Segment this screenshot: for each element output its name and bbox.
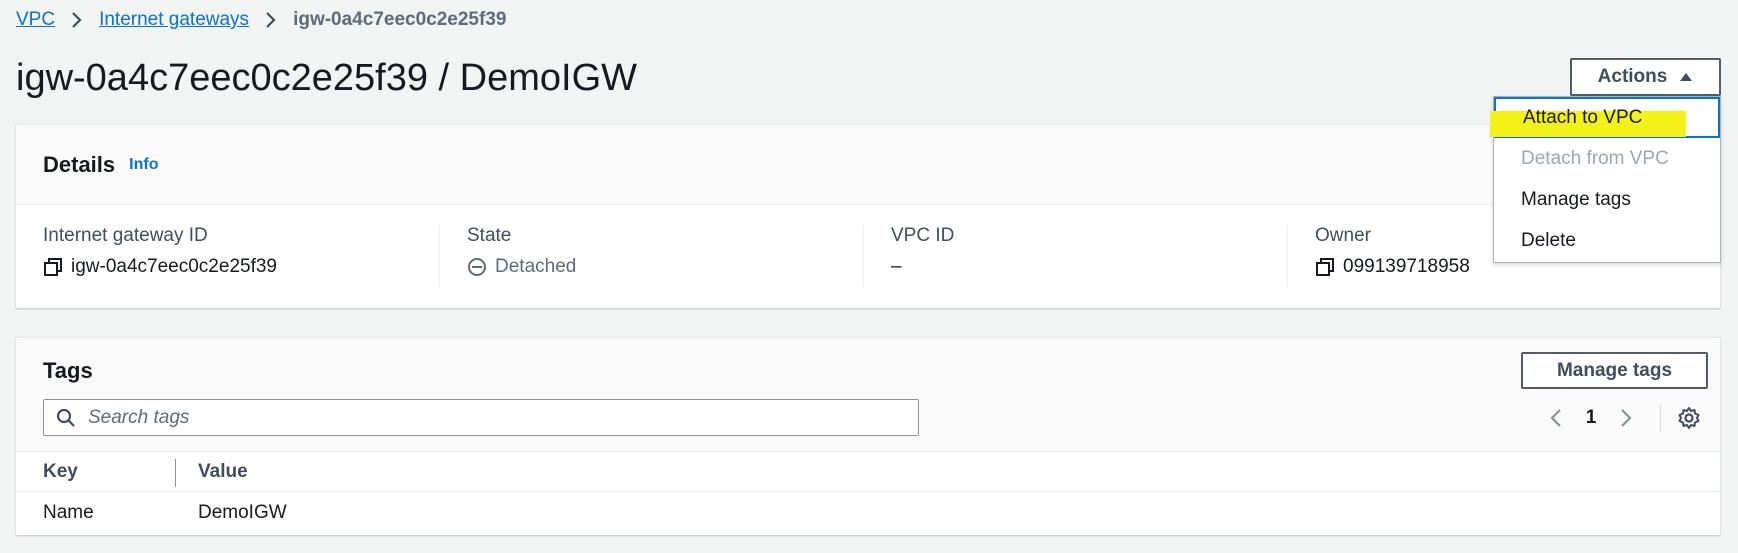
gear-icon[interactable] (1675, 404, 1703, 432)
chevron-left-icon[interactable] (1536, 404, 1576, 432)
menu-item-label: Attach to VPC (1523, 106, 1643, 128)
menu-item-label: Detach from VPC (1521, 147, 1669, 169)
manage-tags-button[interactable]: Manage tags (1521, 352, 1708, 389)
chevron-right-icon (55, 8, 99, 32)
tags-title: Tags (43, 358, 93, 383)
details-title: Details (43, 151, 116, 177)
copy-icon[interactable] (43, 257, 63, 277)
chevron-right-icon (249, 8, 293, 32)
page-number[interactable]: 1 (1576, 407, 1606, 429)
chevron-right-icon[interactable] (1606, 404, 1646, 432)
igw-id-value: igw-0a4c7eec0c2e25f39 (71, 256, 277, 277)
table-header: Key Value (16, 452, 1720, 492)
menu-item-delete[interactable]: Delete (1494, 220, 1720, 261)
search-icon (56, 408, 75, 427)
column-header-key[interactable]: Key (16, 458, 176, 487)
details-panel: Details Info Internet gateway ID igw-0a4… (16, 124, 1720, 308)
caret-up-icon (1680, 73, 1693, 81)
field-label: VPC ID (891, 225, 955, 246)
divider (1660, 404, 1661, 432)
actions-menu: Attach to VPC Detach from VPC Manage tag… (1490, 96, 1721, 263)
menu-item-label: Manage tags (1521, 188, 1631, 210)
owner-value: 099139718958 (1343, 256, 1470, 277)
stopped-status-icon (468, 258, 486, 276)
cell-value: DemoIGW (198, 502, 287, 523)
details-fields: Internet gateway ID igw-0a4c7eec0c2e25f3… (16, 205, 1720, 308)
field-label: Internet gateway ID (43, 225, 208, 246)
field-internet-gateway-id: Internet gateway ID igw-0a4c7eec0c2e25f3… (16, 225, 440, 287)
actions-button[interactable]: Actions (1570, 58, 1721, 96)
breadcrumb-current: igw-0a4c7eec0c2e25f39 (293, 9, 507, 30)
details-header: Details Info (16, 125, 1720, 205)
vpc-id-value: – (891, 256, 902, 277)
search-box (43, 399, 919, 436)
field-value: – (891, 253, 1287, 281)
table-row: Name DemoIGW (16, 492, 1720, 534)
breadcrumb: VPC Internet gateways igw-0a4c7eec0c2e25… (16, 8, 506, 32)
field-value: Detached (467, 253, 863, 281)
page-title: igw-0a4c7eec0c2e25f39 / DemoIGW (16, 57, 637, 99)
breadcrumb-vpc[interactable]: VPC (16, 9, 55, 31)
copy-icon[interactable] (1315, 257, 1335, 277)
menu-item-attach-to-vpc[interactable]: Attach to VPC (1490, 97, 1720, 138)
cell-key: Name (43, 502, 94, 523)
menu-item-label: Delete (1521, 229, 1576, 251)
column-header-value[interactable]: Value (176, 461, 248, 483)
menu-item-manage-tags[interactable]: Manage tags (1494, 179, 1720, 220)
info-link[interactable]: Info (129, 156, 158, 174)
menu-item-detach-from-vpc: Detach from VPC (1494, 138, 1720, 179)
pagination: 1 (1536, 404, 1703, 432)
tags-header: Tags Manage tags 1 (16, 338, 1720, 452)
state-value: Detached (495, 256, 577, 277)
field-state: State Detached (440, 225, 864, 287)
field-label: State (467, 225, 512, 246)
actions-label: Actions (1597, 66, 1668, 87)
search-input[interactable] (88, 406, 888, 429)
field-vpc-id: VPC ID – (864, 225, 1288, 287)
tags-panel: Tags Manage tags 1 Key Value (16, 337, 1720, 535)
breadcrumb-internet-gateways[interactable]: Internet gateways (99, 9, 249, 31)
field-value: igw-0a4c7eec0c2e25f39 (43, 253, 439, 281)
